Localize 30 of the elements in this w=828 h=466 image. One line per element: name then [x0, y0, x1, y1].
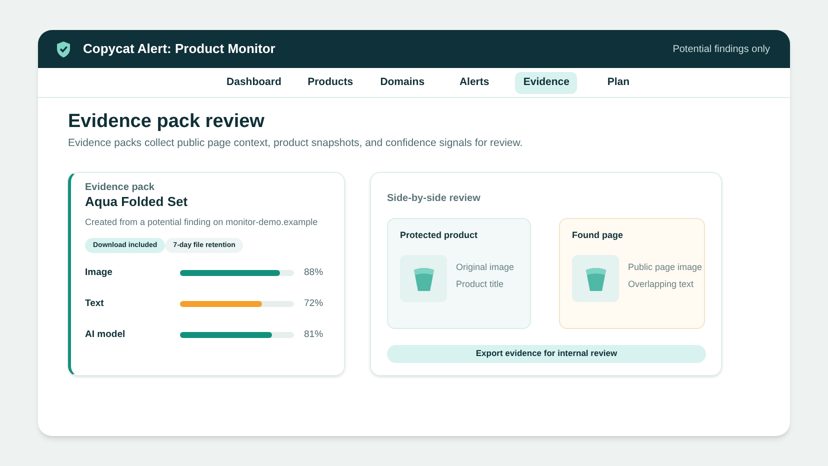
- folded-fan-icon: [584, 266, 606, 292]
- shield-check-icon: [56, 40, 71, 58]
- header-note: Potential findings only: [672, 42, 770, 56]
- panel-title: Found page: [572, 228, 624, 242]
- signal-label: Text: [85, 297, 105, 312]
- folded-fan-icon: [412, 266, 434, 292]
- signal-label: AI model: [85, 328, 126, 342]
- nav-tab[interactable]: Plan: [587, 72, 650, 94]
- review-title: Side-by-side review: [387, 192, 482, 206]
- export-button[interactable]: Export evidence for internal review: [387, 344, 706, 363]
- panel-title: Protected product: [400, 228, 479, 242]
- nav-tab[interactable]: Dashboard: [218, 72, 290, 94]
- page-subtitle: Evidence packs collect public page context, product snapshots, and confidence signals for review.: [68, 136, 524, 151]
- nav-tab[interactable]: Domains: [371, 72, 434, 94]
- panel-text: Product title: [456, 279, 505, 290]
- pack-source: Created from a potential finding on monitor-demo.example: [85, 216, 319, 229]
- page-title: Evidence pack review: [68, 110, 266, 134]
- panel-text: Original image: [456, 262, 514, 274]
- pack-name: Aqua Folded Set: [85, 194, 189, 210]
- panel-text: Public page image: [628, 262, 702, 274]
- signal-percent: 72%: [304, 297, 324, 312]
- signal-percent: 88%: [304, 266, 324, 280]
- nav-tab[interactable]: Evidence: [515, 72, 578, 94]
- signal-label: Image: [85, 266, 114, 280]
- card-eyebrow: Evidence pack: [85, 182, 156, 194]
- signal-percent: 81%: [304, 328, 324, 342]
- nav-tab[interactable]: Alerts: [443, 72, 506, 94]
- panel-text: Overlapping text: [628, 279, 695, 290]
- nav-tab[interactable]: Products: [299, 72, 362, 94]
- app-title: Copycat Alert: Product Monitor: [83, 40, 276, 58]
